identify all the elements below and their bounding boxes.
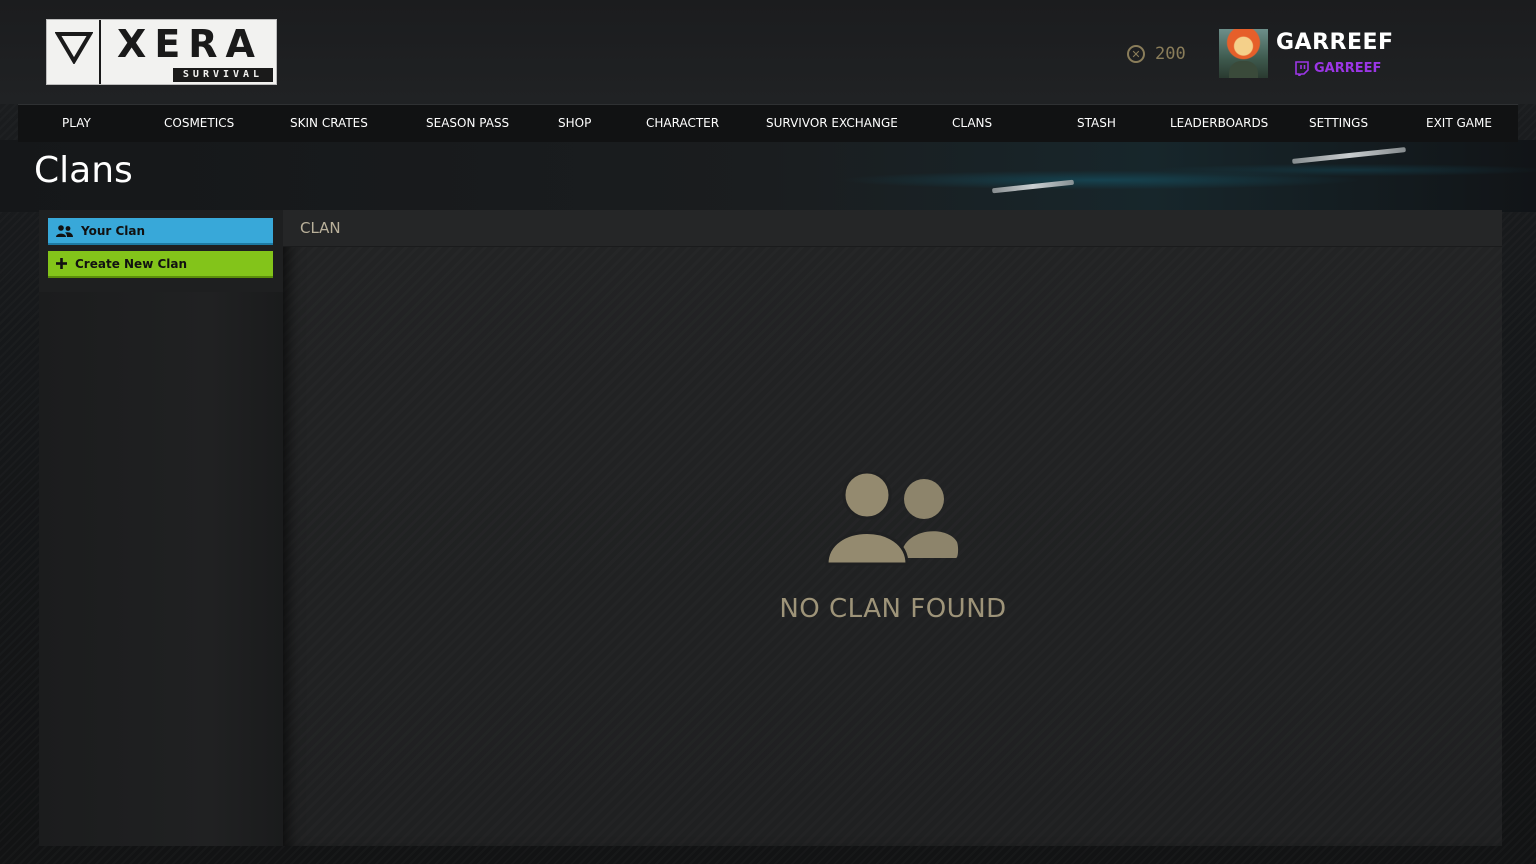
x-coin-icon: ✕ bbox=[1127, 45, 1145, 63]
nav-shop[interactable]: SHOP bbox=[558, 105, 591, 142]
nav-leaderboards[interactable]: LEADERBOARDS bbox=[1170, 105, 1268, 142]
nav-character[interactable]: CHARACTER bbox=[646, 105, 719, 142]
nav-skin-crates[interactable]: SKIN CRATES bbox=[290, 105, 368, 142]
nav-season-pass[interactable]: SEASON PASS bbox=[426, 105, 509, 142]
logo-subtitle: SURVIVAL bbox=[173, 68, 273, 82]
empty-state-message: NO CLAN FOUND bbox=[779, 594, 1007, 624]
background-scene bbox=[0, 140, 1536, 212]
game-logo: XERA SURVIVAL bbox=[46, 19, 277, 85]
your-clan-label: Your Clan bbox=[81, 223, 146, 238]
top-header: XERA SURVIVAL ✕ 200 GARREEF GARREEF bbox=[0, 0, 1536, 104]
twitch-name: GARREEF bbox=[1314, 61, 1382, 76]
clan-sidebar: Your Clan Create New Clan bbox=[39, 210, 283, 846]
nav-clans[interactable]: CLANS bbox=[952, 105, 992, 142]
plus-icon bbox=[56, 258, 67, 269]
nav-stash[interactable]: STASH bbox=[1077, 105, 1116, 142]
nav-cosmetics[interactable]: COSMETICS bbox=[164, 105, 234, 142]
nav-survivor-exchange[interactable]: SURVIVOR EXCHANGE bbox=[766, 105, 898, 142]
avatar-figure bbox=[1229, 61, 1258, 78]
avatar[interactable] bbox=[1219, 29, 1268, 78]
logo-triangle-icon bbox=[55, 32, 93, 64]
create-new-clan-button[interactable]: Create New Clan bbox=[48, 251, 273, 278]
people-icon bbox=[825, 472, 959, 566]
logo-title: XERA bbox=[117, 22, 263, 66]
logo-divider bbox=[99, 20, 101, 84]
app-window: XERA SURVIVAL ✕ 200 GARREEF GARREEF PLAY… bbox=[0, 0, 1536, 864]
nav-settings[interactable]: SETTINGS bbox=[1309, 105, 1368, 142]
twitch-link[interactable]: GARREEF bbox=[1295, 61, 1381, 76]
currency-display: ✕ 200 bbox=[1127, 42, 1186, 66]
your-clan-button[interactable]: Your Clan bbox=[48, 218, 273, 245]
twitch-icon bbox=[1295, 61, 1309, 76]
username: GARREEF bbox=[1276, 30, 1394, 55]
nav-play[interactable]: PLAY bbox=[62, 105, 91, 142]
users-icon bbox=[56, 224, 73, 237]
currency-value: 200 bbox=[1155, 44, 1186, 64]
page-title: Clans bbox=[34, 150, 133, 191]
clan-panel-header: CLAN bbox=[283, 210, 1502, 247]
empty-state: NO CLAN FOUND bbox=[743, 472, 1043, 632]
clan-panel-title: CLAN bbox=[300, 219, 341, 237]
create-new-clan-label: Create New Clan bbox=[75, 256, 188, 271]
main-nav: PLAY COSMETICS SKIN CRATES SEASON PASS S… bbox=[18, 104, 1518, 142]
nav-exit-game[interactable]: EXIT GAME bbox=[1426, 105, 1492, 142]
clan-panel: CLAN NO CLAN FOUND bbox=[283, 210, 1502, 846]
